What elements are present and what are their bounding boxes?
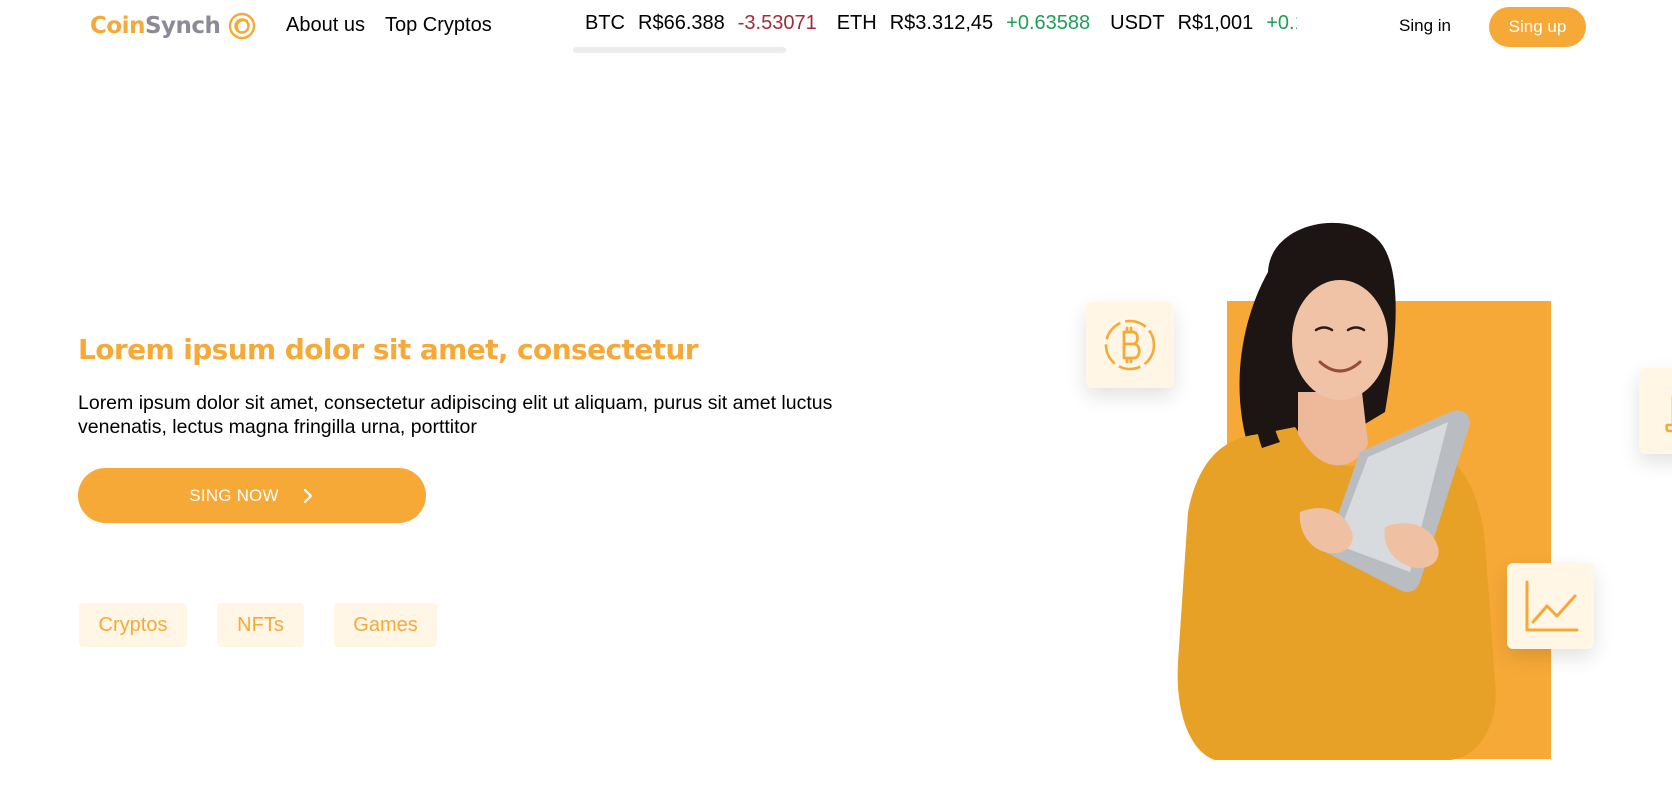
logo-text: CoinSynch	[90, 13, 221, 39]
bitcoin-icon	[1104, 319, 1156, 371]
sign-now-label: SING NOW	[189, 485, 279, 505]
ticker-price: R$1,001	[1177, 12, 1254, 34]
nav-link-top-cryptos[interactable]: Top Cryptos	[385, 14, 492, 37]
sign-in-link[interactable]: Sing in	[1399, 16, 1451, 36]
ticker-change: +0.63588	[1006, 12, 1091, 34]
ticker-track: BTC R$66.388 -3.53071 ETH R$3.312,45 +0.…	[585, 12, 1297, 35]
ticker-symbol: USDT	[1110, 12, 1165, 34]
ticker-change: -3.53071	[737, 12, 817, 34]
ticker-symbol: ETH	[836, 12, 877, 34]
hero-title: Lorem ipsum dolor sit amet, consectetur	[78, 333, 699, 366]
line-chart-icon	[1525, 580, 1578, 632]
ticker-price: R$3.312,45	[889, 12, 994, 34]
ticker-item-btc: BTC R$66.388 -3.53071	[585, 12, 817, 35]
tag-cryptos[interactable]: Cryptos	[79, 603, 187, 647]
logo[interactable]: CoinSynch	[90, 10, 256, 42]
chevron-right-icon	[303, 488, 312, 503]
ticker-symbol: BTC	[585, 12, 625, 34]
tag-games[interactable]: Games	[334, 603, 437, 647]
sign-up-button[interactable]: Sing up	[1489, 7, 1586, 47]
ticker-item-eth: ETH R$3.312,45 +0.63588	[837, 12, 1090, 35]
logo-text-coin: Coin	[90, 13, 145, 39]
laptop-icon	[1665, 395, 1672, 433]
ticker-price: R$66.388	[638, 12, 725, 34]
ticker-change: +0.16	[1266, 12, 1297, 34]
coin-swirl-icon	[229, 12, 256, 40]
nav-link-about-us[interactable]: About us	[286, 14, 365, 37]
tag-nfts[interactable]: NFTs	[217, 603, 304, 647]
ticker-item-usdt: USDT R$1,001 +0.16	[1110, 12, 1297, 35]
woman-with-tablet-image	[1177, 222, 1496, 760]
crypto-ticker[interactable]: BTC R$66.388 -3.53071 ETH R$3.312,45 +0.…	[580, 0, 1297, 50]
chart-card	[1507, 563, 1594, 649]
laptop-card	[1639, 368, 1672, 454]
bitcoin-card	[1086, 302, 1174, 388]
ticker-scrollbar[interactable]	[573, 47, 786, 53]
logo-text-synch: Synch	[144, 13, 221, 39]
hero-description: Lorem ipsum dolor sit amet, consectetur …	[78, 392, 833, 438]
sign-now-button[interactable]: SING NOW	[78, 468, 426, 523]
